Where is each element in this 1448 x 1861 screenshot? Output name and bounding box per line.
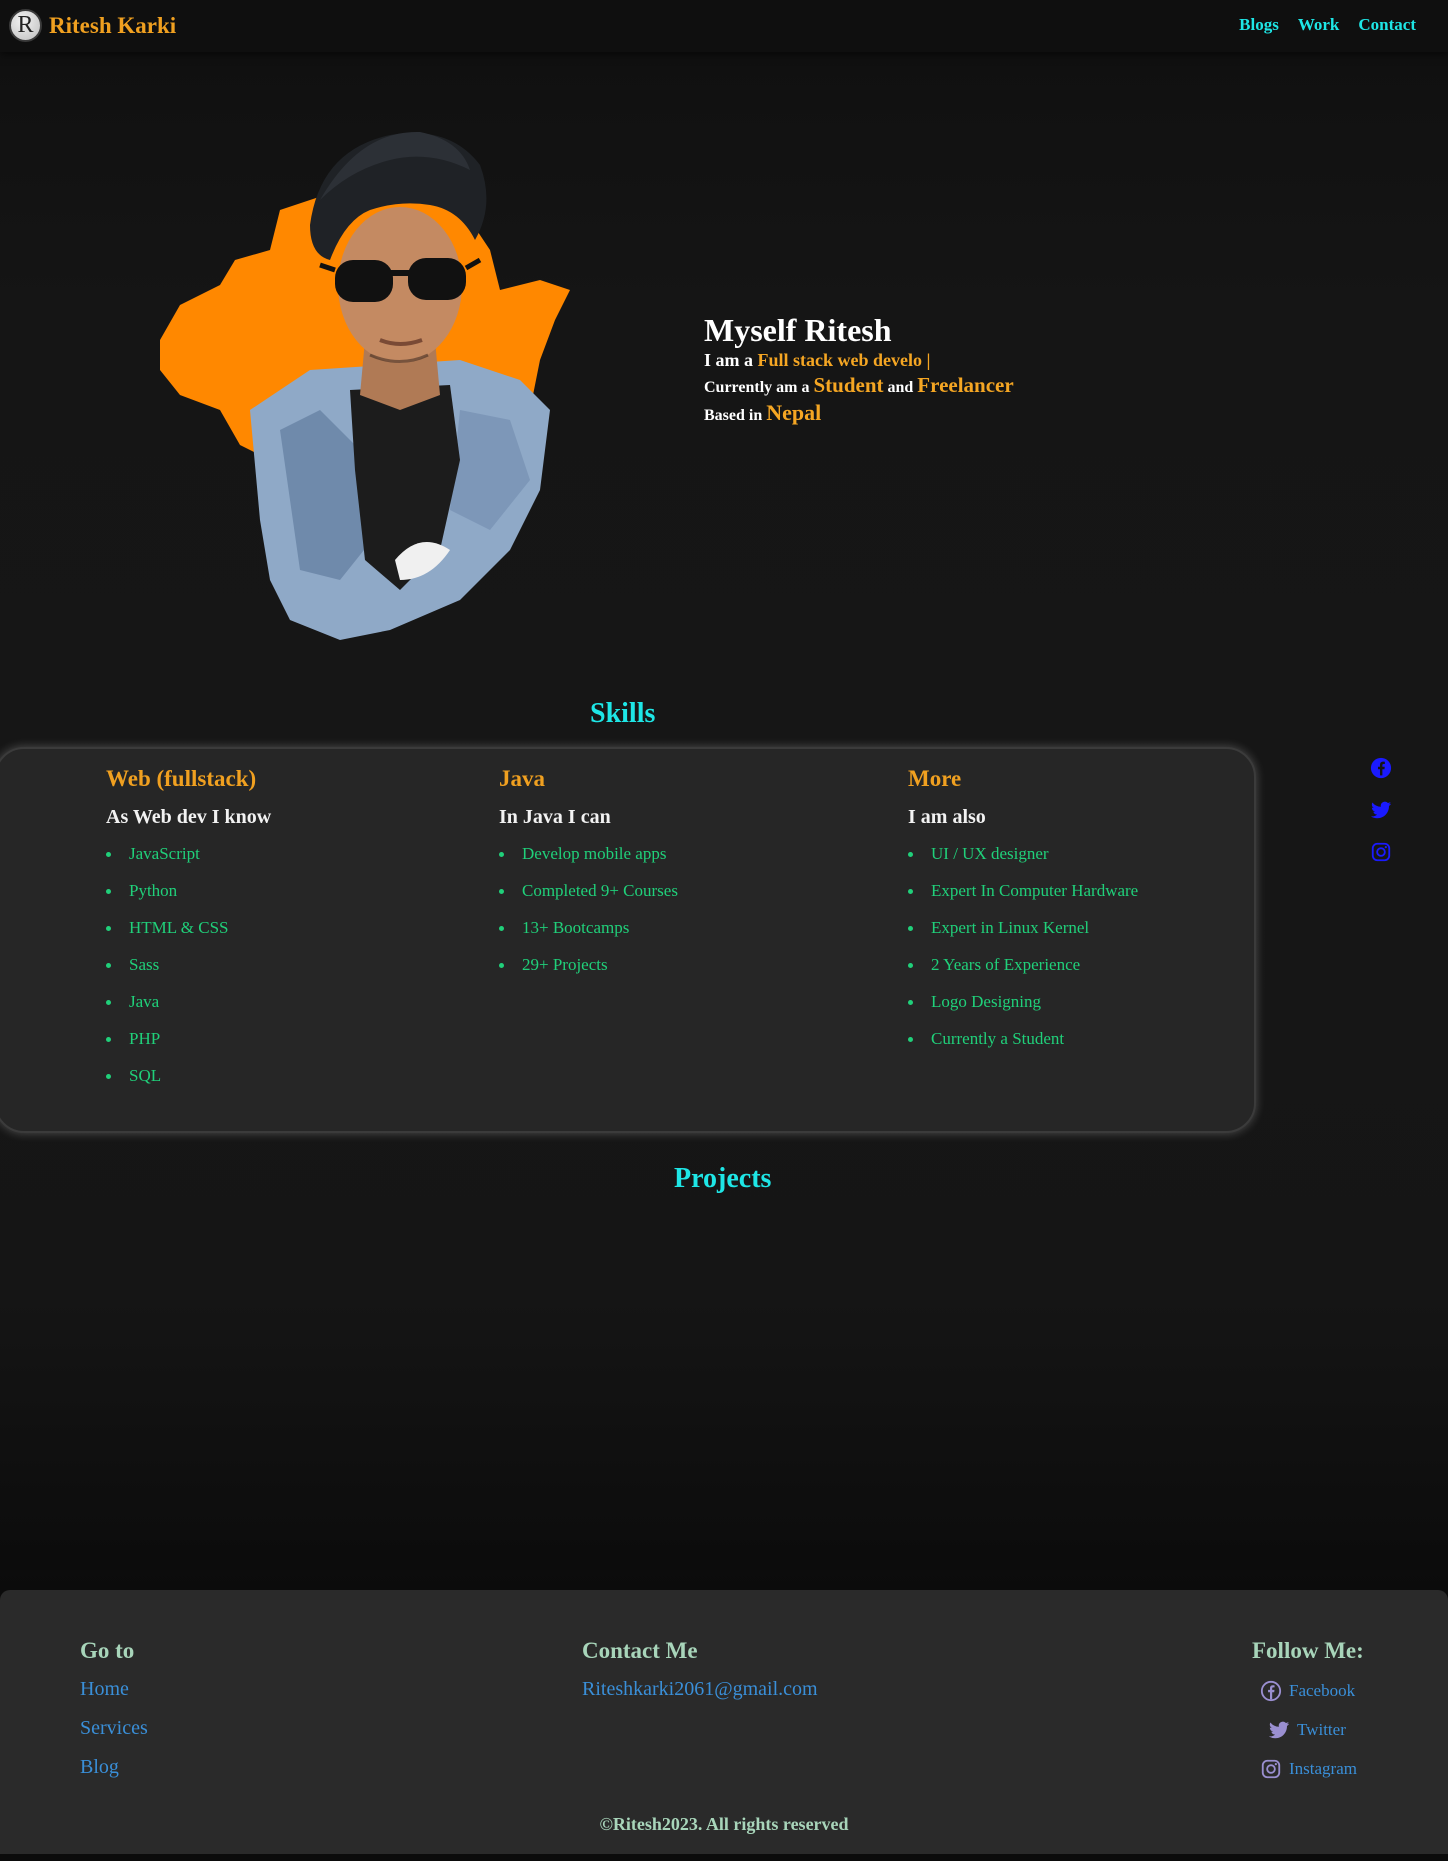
twitter-icon (1268, 1721, 1290, 1738)
hero-status-student: Student (813, 373, 884, 397)
hero-role-line: I am a Full stack web develo | (704, 350, 1014, 371)
list-item: Logo Designing (908, 992, 1138, 1029)
list-item: UI / UX designer (908, 844, 1138, 881)
skill-list: UI / UX designer Expert In Computer Hard… (908, 844, 1138, 1066)
footer-follow-title: Follow Me: (1252, 1638, 1364, 1663)
footer-goto-title: Go to (80, 1638, 135, 1663)
hero-status-line: Currently am a Student and Freelancer (704, 373, 1014, 398)
twitter-icon[interactable] (1370, 799, 1392, 821)
portrait-photo (160, 131, 570, 640)
hero-intro: Myself Ritesh I am a Full stack web deve… (704, 312, 1014, 426)
skills-card: Web (fullstack) As Web dev I know JavaSc… (0, 747, 1256, 1133)
footer: Go to Home Services Blog Contact Me Rite… (0, 1590, 1448, 1854)
list-item: Sass (106, 955, 271, 992)
hero-status-and: and (887, 379, 914, 396)
footer-follow-label: Facebook (1289, 1680, 1356, 1700)
list-item: Completed 9+ Courses (499, 881, 678, 918)
hero-status-freelancer: Freelancer (917, 373, 1014, 397)
facebook-icon[interactable] (1370, 757, 1392, 779)
facebook-icon (1260, 1680, 1282, 1701)
skill-column-web: Web (fullstack) As Web dev I know JavaSc… (106, 766, 271, 1103)
skill-heading: More (908, 766, 962, 791)
footer-link-blog[interactable]: Blog (80, 1756, 148, 1781)
nav-links: Blogs Work Contact (1239, 15, 1416, 35)
list-item: Python (106, 881, 271, 918)
skill-subheading: I am also (908, 806, 986, 828)
hero-role-typed: Full stack web develo | (757, 350, 931, 370)
footer-goto: Go to Home Services Blog (80, 1638, 148, 1781)
hero-location-prefix: Based in (704, 407, 763, 424)
hero-status-prefix: Currently am a (704, 379, 810, 396)
footer-email-link[interactable]: Riteshkarki2061@gmail.com (582, 1678, 818, 1701)
list-item: SQL (106, 1066, 271, 1103)
footer-follow-instagram[interactable]: Instagram (1260, 1756, 1370, 1781)
footer-goto-links: Home Services Blog (80, 1678, 148, 1781)
footer-follow-facebook[interactable]: Facebook (1260, 1678, 1370, 1703)
brand[interactable]: R Ritesh Karki (9, 9, 176, 42)
skill-heading: Java (499, 766, 545, 791)
footer-follow: Follow Me: Facebook Twitter Instagram (1252, 1638, 1370, 1781)
skill-list: Develop mobile apps Completed 9+ Courses… (499, 844, 678, 992)
hero-title: Myself Ritesh (704, 312, 892, 348)
list-item: PHP (106, 1029, 271, 1066)
list-item: 29+ Projects (499, 955, 678, 992)
skill-list: JavaScript Python HTML & CSS Sass Java P… (106, 844, 271, 1103)
list-item: JavaScript (106, 844, 271, 881)
instagram-icon (1261, 1759, 1281, 1778)
footer-link-services[interactable]: Services (80, 1717, 148, 1742)
hero-location-line: Based in Nepal (704, 400, 1014, 426)
skill-subheading: In Java I can (499, 806, 611, 828)
copyright: ©Ritesh2023. All rights reserved (599, 1814, 849, 1834)
projects-title: Projects (674, 1163, 772, 1194)
footer-contact: Contact Me Riteshkarki2061@gmail.com (582, 1638, 818, 1701)
footer-contact-title: Contact Me (582, 1638, 698, 1663)
list-item: HTML & CSS (106, 918, 271, 955)
list-item: Expert In Computer Hardware (908, 881, 1138, 918)
nav-link-work[interactable]: Work (1298, 15, 1340, 35)
list-item: Java (106, 992, 271, 1029)
footer-follow-label: Instagram (1289, 1758, 1357, 1778)
instagram-icon[interactable] (1370, 841, 1392, 863)
logo-icon: R (9, 9, 42, 42)
list-item: Currently a Student (908, 1029, 1138, 1066)
footer-follow-label: Twitter (1297, 1719, 1346, 1739)
side-social-icons (1370, 757, 1392, 883)
list-item: 13+ Bootcamps (499, 918, 678, 955)
footer-follow-twitter[interactable]: Twitter (1268, 1717, 1370, 1742)
skill-column-more: More I am also UI / UX designer Expert I… (908, 766, 1138, 1066)
brand-name[interactable]: Ritesh Karki (49, 13, 176, 39)
nav-link-blogs[interactable]: Blogs (1239, 15, 1279, 35)
skills-title: Skills (590, 698, 656, 729)
list-item: Expert in Linux Kernel (908, 918, 1138, 955)
skill-column-java: Java In Java I can Develop mobile apps C… (499, 766, 678, 992)
skill-subheading: As Web dev I know (106, 806, 272, 828)
navbar: R Ritesh Karki Blogs Work Contact (0, 0, 1448, 52)
hero-location-value: Nepal (766, 400, 822, 425)
footer-link-home[interactable]: Home (80, 1678, 148, 1703)
nav-link-contact[interactable]: Contact (1358, 15, 1416, 35)
hero-role-prefix: I am a (704, 350, 753, 370)
skill-heading: Web (fullstack) (106, 766, 257, 791)
list-item: Develop mobile apps (499, 844, 678, 881)
list-item: 2 Years of Experience (908, 955, 1138, 992)
